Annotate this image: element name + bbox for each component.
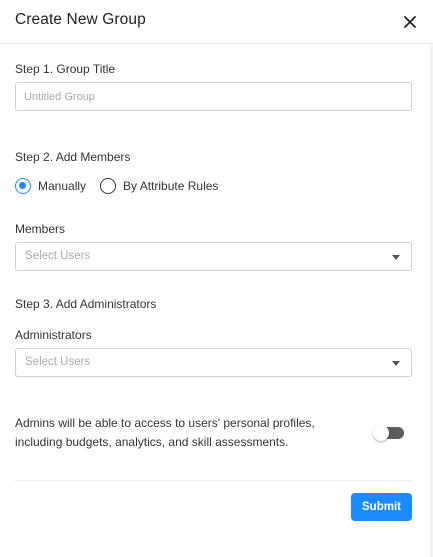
close-button[interactable]	[401, 13, 419, 31]
chevron-down-icon	[392, 361, 400, 366]
dialog-header: Create New Group	[0, 0, 433, 44]
group-title-input[interactable]	[15, 82, 412, 111]
close-icon	[404, 16, 416, 28]
members-select-placeholder: Select Users	[25, 250, 91, 262]
footer-divider	[15, 480, 412, 481]
dialog-title: Create New Group	[15, 11, 146, 28]
admin-access-note: Admins will be able to access to users' …	[15, 416, 315, 449]
step1-label: Step 1. Group Title	[15, 62, 116, 76]
create-group-dialog: Create New Group Step 1. Group Title Ste…	[0, 0, 433, 557]
administrators-label: Administrators	[15, 328, 92, 342]
step3-label: Step 3. Add Administrators	[15, 297, 157, 311]
chevron-down-icon	[392, 255, 400, 260]
members-label: Members	[15, 222, 66, 236]
administrators-select-placeholder: Select Users	[25, 356, 91, 368]
members-select[interactable]: Select Users	[15, 242, 412, 271]
admin-access-toggle[interactable]	[373, 425, 404, 441]
step2-label: Step 2. Add Members	[15, 150, 131, 164]
radio-by-attribute-rules[interactable]: By Attribute Rules	[100, 178, 218, 194]
radio-attribute-label: By Attribute Rules	[123, 179, 219, 193]
radio-manually[interactable]: Manually	[15, 178, 86, 194]
member-mode-radio-group: Manually By Attribute Rules	[15, 177, 218, 195]
toggle-knob	[373, 425, 389, 441]
radio-manually-label: Manually	[38, 179, 87, 193]
radio-checked-icon	[15, 178, 31, 194]
administrators-select[interactable]: Select Users	[15, 348, 412, 377]
submit-button[interactable]: Submit	[351, 493, 412, 521]
radio-unchecked-icon	[100, 178, 117, 194]
